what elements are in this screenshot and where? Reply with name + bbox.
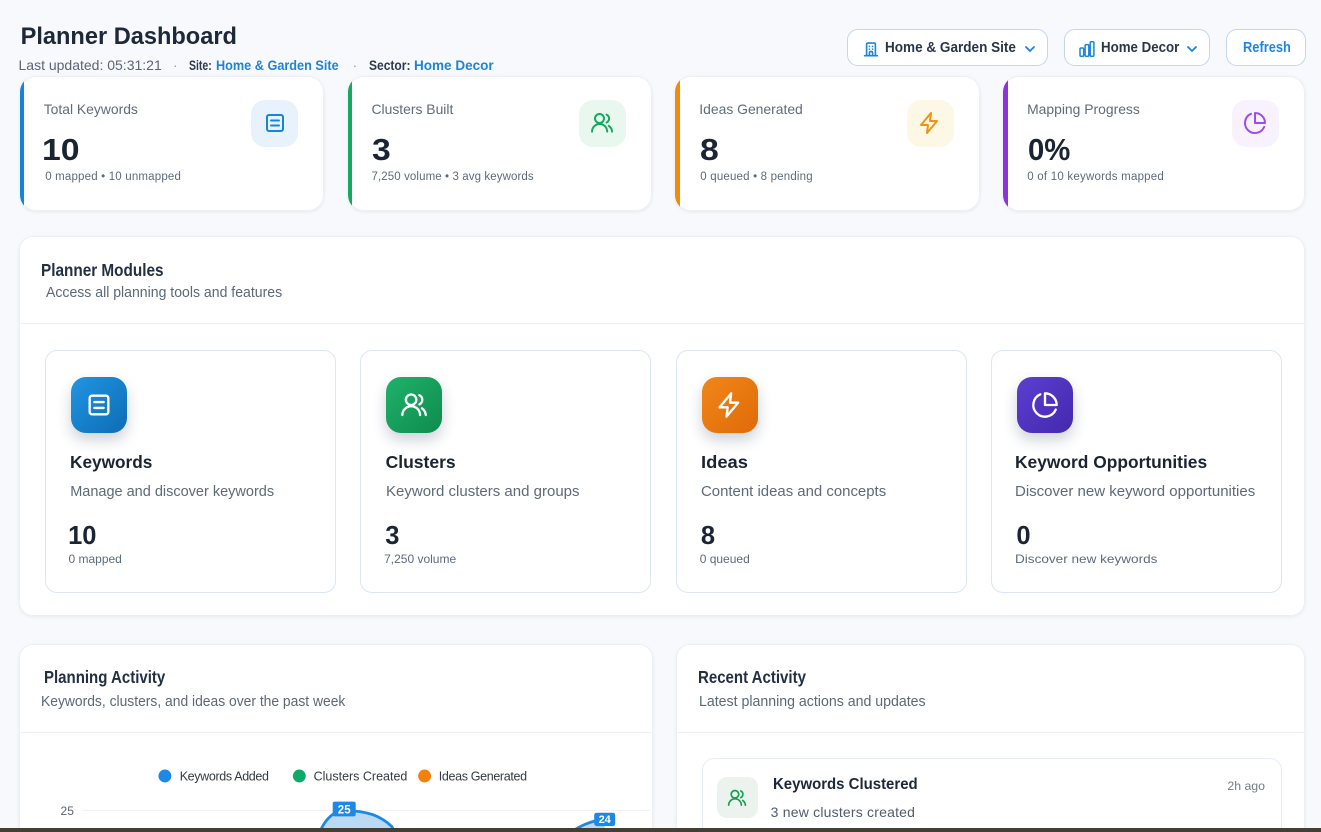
svg-text:Ideas Generated: Ideas Generated: [439, 769, 527, 783]
svg-text:Clusters Created: Clusters Created: [314, 769, 408, 783]
svg-text:25: 25: [61, 804, 75, 818]
svg-text:24: 24: [599, 814, 612, 826]
svg-text:25: 25: [338, 804, 351, 816]
svg-text:Keywords Added: Keywords Added: [180, 769, 269, 783]
